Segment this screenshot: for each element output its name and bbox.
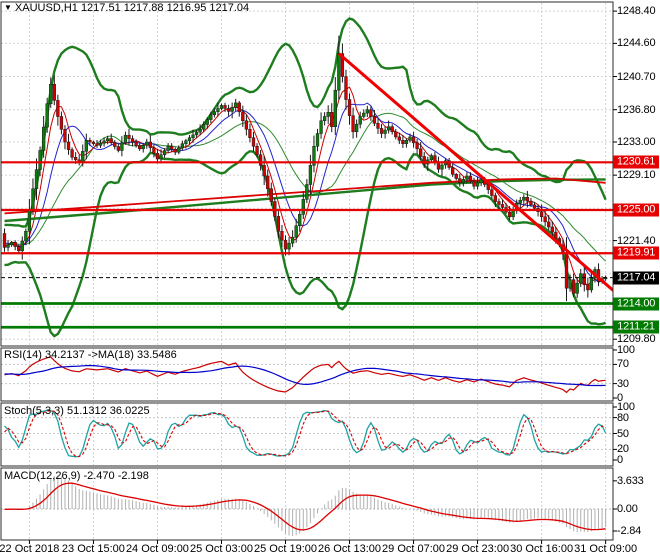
rsi-indicator-label: RSI(14) 34.2137 ->MA(18) 33.5486: [4, 349, 177, 361]
price-axis-label: 1248.40: [617, 5, 656, 18]
time-axis-label: 29 Oct 23:00: [446, 543, 510, 555]
downtrend-trendline: [337, 52, 613, 293]
rsi-axis-label: 30: [617, 377, 629, 390]
grid-lines: [1, 3, 613, 539]
macd-indicator-label: MACD(12,26,9) -2.470 -2.198: [4, 470, 149, 482]
stoch-pane: [1, 409, 613, 458]
rsi-axis-label: 100: [617, 344, 635, 356]
time-axis-label: 31 Oct 09:00: [574, 543, 638, 555]
symbol-header: ▼ XAUUSD,H1 1217.51 1217.88 1216.95 1217.…: [4, 2, 249, 14]
price-axis-label: 1233.00: [617, 136, 656, 148]
symbol-header-text: XAUUSD,H1 1217.51 1217.88 1216.95 1217.0…: [14, 2, 250, 14]
price-level-badge: 1211.21: [613, 320, 659, 334]
time-axis-label: 30 Oct 16:00: [510, 543, 574, 555]
stoch-axis-label: 80: [617, 411, 629, 424]
stoch-axis-label: 0: [617, 454, 623, 466]
symbol-dropdown-icon[interactable]: ▼: [4, 3, 12, 12]
time-axis-label: 24 Oct 09:00: [125, 543, 189, 555]
time-axis-label: 25 Oct 19:00: [254, 543, 317, 555]
pane-borders: [0, 1, 614, 541]
price-axis-label: 1236.80: [617, 103, 656, 116]
price-level-badge: 1217.04: [613, 271, 659, 285]
price-axis-label: 1221.40: [617, 234, 656, 247]
price-level-badge: 1214.00: [613, 297, 659, 310]
bollinger-middle-band: [4, 112, 606, 262]
time-axis-label: 29 Oct 07:00: [382, 543, 446, 555]
slow-ma-green: [4, 178, 606, 223]
mt5-chart-window: ▼ XAUUSD,H1 1217.51 1217.88 1216.95 1217.…: [0, 0, 660, 560]
stoch-axis-label: 50: [617, 427, 629, 440]
time-axis-label: 26 Oct 13:00: [318, 543, 382, 555]
macd-pane: [1, 475, 613, 536]
rsi-line: [4, 356, 606, 394]
price-level-badge: 1219.91: [613, 246, 659, 260]
macd-axis-label: -2.84: [617, 525, 642, 537]
time-axis-label: 22 Oct 2018: [0, 543, 60, 555]
rsi-pane: [1, 356, 613, 394]
price-level-badge: 1230.61: [613, 155, 659, 169]
main-pane: [4, 17, 607, 338]
time-axis-label: 23 Oct 15:00: [61, 543, 125, 555]
price-axis-label: 1240.70: [617, 70, 656, 83]
price-axis-label: 1229.10: [617, 169, 656, 182]
price-level-badge: 1225.00: [613, 203, 659, 217]
stoch-indicator-label: Stoch(5,3,3) 51.1312 36.0225: [4, 405, 150, 417]
rsi-axis-label: 70: [617, 358, 629, 371]
price-axis-label: 1244.60: [617, 37, 656, 50]
macd-signal-line: [4, 482, 606, 531]
macd-axis-label: 0.00: [617, 503, 638, 515]
main-pane-border: [0, 1, 614, 347]
macd-axis-label: 3.633: [617, 474, 644, 487]
time-axis-label: 25 Oct 03:00: [189, 543, 253, 555]
